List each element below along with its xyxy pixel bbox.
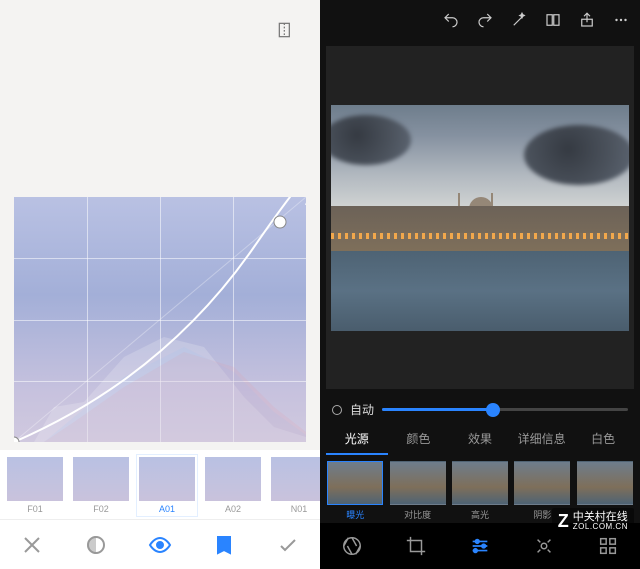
left-preset-strip: F01 F02 A01 A02 N01: [0, 450, 320, 519]
compare-icon[interactable]: [544, 11, 562, 29]
preset-n01[interactable]: N01: [268, 454, 320, 517]
preset-thumb: [73, 457, 129, 501]
preset-label: 高光: [471, 508, 489, 521]
close-icon[interactable]: [20, 533, 44, 557]
preset-thumb: [514, 461, 570, 505]
left-bottom-toolbar: [0, 519, 320, 569]
share-icon[interactable]: [578, 11, 596, 29]
aperture-icon[interactable]: [341, 535, 363, 557]
preset-label: F02: [93, 504, 109, 514]
adjustment-tabs: 光源 颜色 效果 详细信息 白色: [320, 424, 640, 455]
watermark-url: ZOL.COM.CN: [573, 523, 628, 531]
right-preview-image[interactable]: [331, 105, 629, 331]
preset-label: N01: [291, 504, 308, 514]
crop-compare-icon[interactable]: [276, 20, 296, 40]
check-icon[interactable]: [276, 533, 300, 557]
eye-icon[interactable]: [148, 533, 172, 557]
preset-thumb: [205, 457, 261, 501]
preset-thumb: [7, 457, 63, 501]
wand-icon[interactable]: [510, 11, 528, 29]
watermark-logo: Z: [558, 511, 569, 532]
rpreset-contrast[interactable]: 对比度: [388, 461, 446, 521]
right-top-toolbar: [320, 0, 640, 40]
preset-thumb: [271, 457, 320, 501]
preset-label: 阴影: [533, 508, 551, 521]
left-preview-image[interactable]: [14, 197, 306, 442]
tab-detail[interactable]: 详细信息: [511, 424, 573, 455]
tab-white[interactable]: 白色: [572, 424, 634, 455]
preset-label: F01: [27, 504, 43, 514]
preset-label: A01: [159, 504, 175, 514]
slider-label: 自动: [350, 401, 374, 418]
preset-thumb: [327, 461, 383, 505]
right-editor-panel: 自动 光源 颜色 效果 详细信息 白色 曝光 对比度 高光: [320, 0, 640, 569]
preset-thumb: [577, 461, 633, 505]
preset-thumb: [139, 457, 195, 501]
tab-color[interactable]: 颜色: [388, 424, 450, 455]
watermark: Z 中关村在线 ZOL.COM.CN: [552, 508, 634, 535]
right-canvas: [326, 46, 634, 389]
tab-light[interactable]: 光源: [326, 424, 388, 455]
undo-icon[interactable]: [442, 11, 460, 29]
preset-a01[interactable]: A01: [136, 454, 198, 517]
exposure-slider[interactable]: [382, 408, 628, 411]
notebook-icon[interactable]: [212, 533, 236, 557]
presets-icon[interactable]: [597, 535, 619, 557]
preset-thumb: [452, 461, 508, 505]
sliders-icon[interactable]: [469, 535, 491, 557]
reset-dot-icon[interactable]: [332, 405, 342, 415]
heal-icon[interactable]: [533, 535, 555, 557]
preset-f02[interactable]: F02: [70, 454, 132, 517]
redo-icon[interactable]: [476, 11, 494, 29]
preset-thumb: [390, 461, 446, 505]
preset-label: 对比度: [404, 508, 431, 521]
preset-a02[interactable]: A02: [202, 454, 264, 517]
tone-curve[interactable]: [14, 197, 306, 442]
vignette-icon[interactable]: [84, 533, 108, 557]
crop-icon[interactable]: [405, 535, 427, 557]
tab-effects[interactable]: 效果: [449, 424, 511, 455]
preset-label: A02: [225, 504, 241, 514]
rpreset-highlight[interactable]: 高光: [451, 461, 509, 521]
preset-f01[interactable]: F01: [4, 454, 66, 517]
rpreset-exposure[interactable]: 曝光: [326, 461, 384, 521]
left-canvas: [0, 60, 320, 450]
exposure-slider-row: 自动: [320, 395, 640, 424]
preset-label: 曝光: [346, 508, 364, 521]
left-editor-panel: F01 F02 A01 A02 N01: [0, 0, 320, 569]
more-icon[interactable]: [612, 11, 630, 29]
